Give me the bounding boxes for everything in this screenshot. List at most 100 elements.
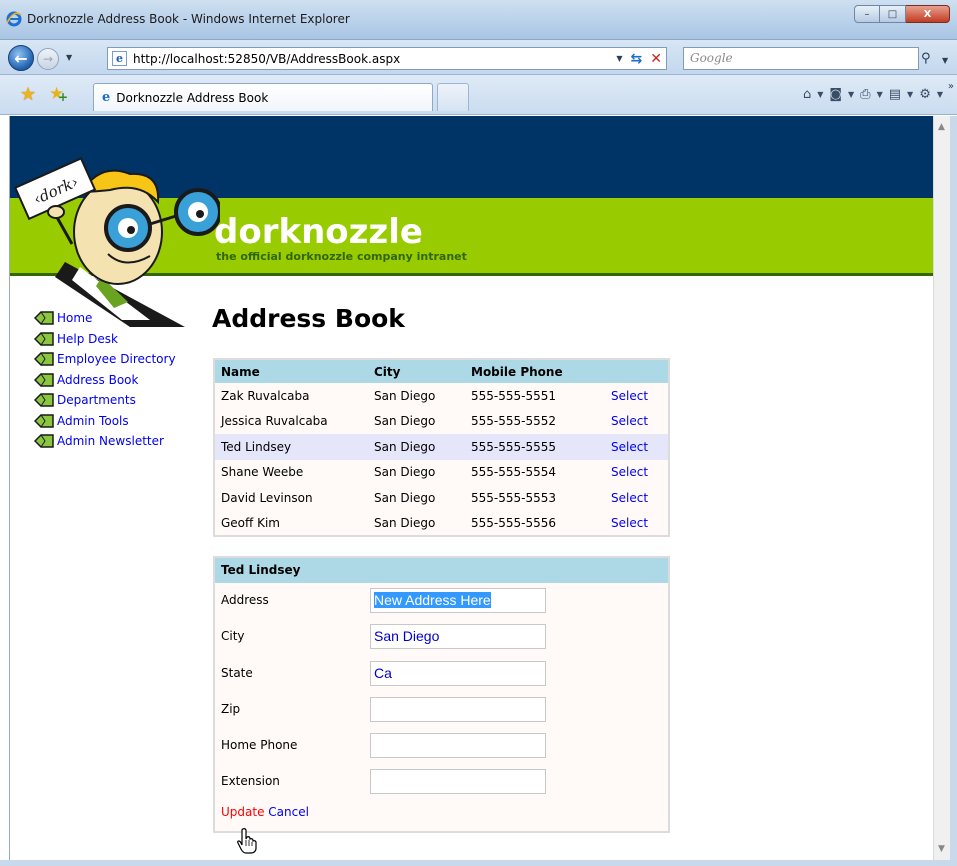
details-header: Ted Lindsey	[215, 558, 668, 583]
new-tab-button[interactable]	[437, 83, 469, 111]
vertical-scrollbar[interactable]: ▲ ▼	[933, 116, 950, 860]
sidebar-item-home[interactable]: Home	[34, 308, 176, 329]
sidebar-item-admin-newsletter[interactable]: Admin Newsletter	[34, 431, 176, 452]
window-frame-right	[950, 116, 957, 866]
cell-city: San Diego	[374, 465, 436, 480]
command-bar: ⌂ ▼ ◙ ▼ ⎙ ▼ ▤ ▼ ⚙ ▼	[803, 87, 943, 102]
grid-header-row: Name City Mobile Phone	[214, 359, 669, 383]
update-link[interactable]: Update	[221, 805, 264, 819]
zip-input[interactable]	[370, 696, 546, 722]
sidebar-item-admin-tools[interactable]: Admin Tools	[34, 411, 176, 432]
search-icon[interactable]: ⚲	[921, 51, 931, 66]
favorites-star-icon[interactable]: ★	[20, 84, 36, 105]
scroll-up-arrow-icon[interactable]: ▲	[938, 122, 945, 132]
field-label: City	[221, 629, 245, 644]
field-label: State	[221, 665, 253, 680]
site-brand: dorknozzle	[214, 212, 423, 252]
tools-gear-icon[interactable]: ⚙	[919, 87, 931, 102]
cell-phone: 555-555-5552	[471, 414, 557, 429]
cell-name: Geoff Kim	[221, 515, 280, 530]
cancel-link[interactable]: Cancel	[268, 805, 309, 819]
select-link[interactable]: Select	[611, 491, 648, 505]
maximize-button[interactable]: □	[880, 5, 906, 23]
url-text[interactable]: http://localhost:52850/VB/AddressBook.as…	[133, 52, 616, 66]
select-link[interactable]: Select	[611, 414, 648, 428]
sidebar-link[interactable]: Help Desk	[57, 332, 118, 346]
feeds-icon[interactable]: ◙	[829, 87, 842, 102]
sidebar-link[interactable]: Address Book	[57, 373, 138, 387]
close-icon: X	[923, 8, 932, 20]
table-row: David Levinson San Diego 555-555-5553 Se…	[214, 485, 669, 511]
sidebar-item-employee-directory[interactable]: Employee Directory	[34, 349, 176, 370]
page-menu-icon[interactable]: ▤	[889, 87, 901, 102]
address-bar[interactable]: e http://localhost:52850/VB/AddressBook.…	[107, 47, 667, 70]
field-row-city: City San Diego	[215, 619, 668, 655]
sidebar-link[interactable]: Home	[57, 311, 92, 325]
cell-city: San Diego	[374, 414, 436, 429]
address-dropdown-icon[interactable]: ▼	[616, 54, 622, 63]
field-row-home-phone: Home Phone	[215, 728, 668, 764]
feeds-dropdown-icon[interactable]: ▼	[848, 90, 854, 99]
cell-name: Ted Lindsey	[214, 434, 368, 460]
sidebar-item-address-book[interactable]: Address Book	[34, 370, 176, 391]
state-input[interactable]: Ca	[370, 660, 546, 686]
window-controls: – □ X	[854, 5, 950, 23]
tab-ie-icon: e	[102, 90, 111, 105]
home-icon[interactable]: ⌂	[803, 87, 811, 102]
employee-details-panel: Ted Lindsey Address New Address Here Cit…	[213, 556, 670, 833]
sidebar-link[interactable]: Admin Tools	[57, 414, 129, 428]
field-row-zip: Zip	[215, 692, 668, 728]
home-phone-input[interactable]	[370, 733, 546, 759]
close-button[interactable]: X	[906, 5, 950, 23]
cell-city: San Diego	[374, 515, 436, 530]
cell-phone: 555-555-5556	[471, 515, 557, 530]
column-header-city: City	[368, 359, 465, 383]
cell-city: San Diego	[374, 490, 436, 505]
add-favorites-icon[interactable]: ★	[49, 84, 68, 104]
hand-cursor-icon	[237, 828, 257, 854]
cell-city: San Diego	[368, 434, 465, 460]
search-input[interactable]: Google	[683, 47, 919, 70]
cell-name: David Levinson	[221, 490, 313, 505]
green-gem-icon	[34, 332, 54, 346]
select-link[interactable]: Select	[611, 389, 648, 403]
tools-dropdown-icon[interactable]: ▼	[937, 90, 943, 99]
column-header-name: Name	[214, 359, 368, 383]
print-icon[interactable]: ⎙	[860, 87, 870, 102]
sidebar-item-departments[interactable]: Departments	[34, 390, 176, 411]
stop-icon[interactable]: ✕	[650, 51, 662, 67]
green-gem-icon	[34, 434, 54, 448]
tab-dorknozzle-address-book[interactable]: e Dorknozzle Address Book	[93, 83, 433, 111]
minimize-button[interactable]: –	[854, 5, 880, 23]
back-arrow-icon: ←	[14, 48, 28, 68]
address-grid: Name City Mobile Phone Zak Ruvalcaba San…	[213, 358, 670, 537]
site-tagline: the official dorknozzle company intranet	[216, 250, 467, 263]
refresh-icon[interactable]: ⇆	[631, 51, 643, 67]
search-dropdown-icon[interactable]: ▼	[942, 56, 948, 65]
extension-input[interactable]	[370, 769, 546, 795]
sidebar-link[interactable]: Admin Newsletter	[57, 434, 164, 448]
maximize-icon: □	[887, 8, 898, 20]
table-row-selected: Ted Lindsey San Diego 555-555-5555 Selec…	[214, 434, 669, 460]
scroll-down-arrow-icon[interactable]: ▼	[938, 844, 945, 854]
address-selected-text: New Address Here	[374, 592, 491, 608]
sidebar-link[interactable]: Employee Directory	[57, 352, 176, 366]
field-row-address: Address New Address Here	[215, 583, 668, 619]
home-dropdown-icon[interactable]: ▼	[817, 90, 823, 99]
chevron-more-icon[interactable]: »	[948, 81, 954, 92]
select-link[interactable]: Select	[611, 440, 648, 454]
address-input[interactable]: New Address Here	[370, 588, 546, 613]
back-button[interactable]: ←	[8, 45, 34, 71]
print-dropdown-icon[interactable]: ▼	[877, 90, 883, 99]
page-dropdown-icon[interactable]: ▼	[907, 90, 913, 99]
city-input[interactable]: San Diego	[370, 624, 546, 650]
cell-phone: 555-555-5554	[471, 465, 557, 480]
field-row-state: State Ca	[215, 656, 668, 692]
sidebar-link[interactable]: Departments	[57, 393, 136, 407]
select-link[interactable]: Select	[611, 465, 648, 479]
forward-button[interactable]: →	[37, 48, 59, 70]
cell-phone: 555-555-5555	[465, 434, 605, 460]
sidebar-item-help-desk[interactable]: Help Desk	[34, 329, 176, 350]
history-dropdown-icon[interactable]: ▼	[66, 53, 72, 62]
select-link[interactable]: Select	[611, 516, 648, 530]
